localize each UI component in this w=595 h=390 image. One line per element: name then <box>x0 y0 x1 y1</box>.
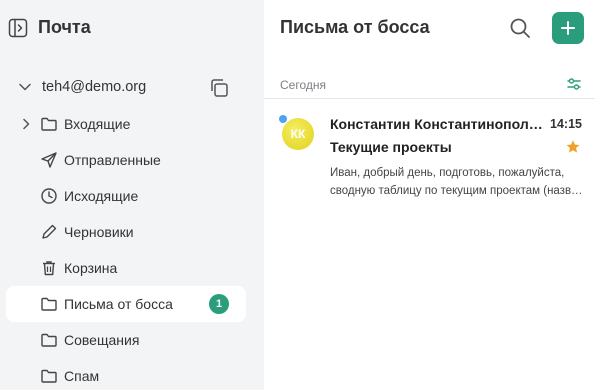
message-sender: Константин Константинопольский <box>330 116 546 132</box>
app-title: Почта <box>38 17 91 37</box>
folder-title: Письма от босса <box>280 17 430 37</box>
compose-button[interactable] <box>552 12 584 44</box>
filter-settings-icon[interactable] <box>566 76 582 92</box>
send-icon <box>40 151 58 169</box>
sidebar-item-label: Входящие <box>64 116 131 132</box>
sidebar-item-label: Черновики <box>64 224 134 240</box>
unread-count-badge: 1 <box>209 294 229 314</box>
search-icon[interactable] <box>508 16 532 40</box>
sidebar-item-label: Письма от босса <box>64 296 173 312</box>
message-subject: Текущие проекты <box>330 139 452 155</box>
copy-icon[interactable] <box>208 77 230 99</box>
date-group-label: Сегодня <box>280 78 326 92</box>
account-email: teh4@demo.org <box>42 79 147 95</box>
sidebar-item-trash[interactable]: Корзина <box>6 250 246 286</box>
sidebar-item-label: Корзина <box>64 260 118 276</box>
folder-icon <box>40 115 58 133</box>
sidebar-item-drafts[interactable]: Черновики <box>6 214 246 250</box>
sidebar-toggle-icon[interactable] <box>8 18 28 38</box>
sidebar-item-label: Исходящие <box>64 188 139 204</box>
sidebar-header: Почта <box>0 0 264 56</box>
sidebar-item-outbox[interactable]: Исходящие <box>6 178 246 214</box>
sidebar-item-label: Совещания <box>64 332 140 348</box>
sidebar-item-inbox[interactable]: Входящие <box>6 106 246 142</box>
message-preview: Иван, добрый день, подготовь, пожалуйста… <box>330 164 586 200</box>
unread-indicator <box>278 114 288 124</box>
clock-icon <box>40 187 58 205</box>
plus-icon <box>561 21 575 35</box>
sidebar-item-label: Отправленные <box>64 152 161 168</box>
chevron-right-icon[interactable] <box>19 117 33 131</box>
sidebar-item-label: Спам <box>64 368 100 384</box>
chevron-down-icon[interactable] <box>18 80 32 94</box>
message-time: 14:15 <box>550 117 582 131</box>
sidebar-item-meetings[interactable]: Совещания <box>6 322 246 358</box>
sidebar: Почта teh4@demo.org Входящие Отправленны… <box>0 0 264 390</box>
message-preview-line: сводную таблицу по текущим проектам (наз… <box>330 185 586 197</box>
list-item[interactable]: КК Константин Константинопольский 14:15 … <box>264 104 595 204</box>
account-row[interactable]: teh4@demo.org <box>0 72 264 102</box>
sidebar-item-spam[interactable]: Спам <box>6 358 246 390</box>
pencil-icon <box>40 223 58 241</box>
avatar: КК <box>282 118 314 150</box>
date-group-header: Сегодня <box>264 72 595 99</box>
folder-icon <box>40 295 58 313</box>
trash-icon <box>40 259 58 277</box>
folder-icon <box>40 331 58 349</box>
folder-icon <box>40 367 58 385</box>
message-preview-line: Иван, добрый день, подготовь, пожалуйста… <box>330 167 565 179</box>
message-list-pane: Письма от босса Сегодня КК Константин Ко… <box>264 0 595 390</box>
sidebar-item-boss-letters[interactable]: Письма от босса 1 <box>6 286 246 322</box>
sidebar-item-sent[interactable]: Отправленные <box>6 142 246 178</box>
star-icon[interactable] <box>565 139 581 155</box>
